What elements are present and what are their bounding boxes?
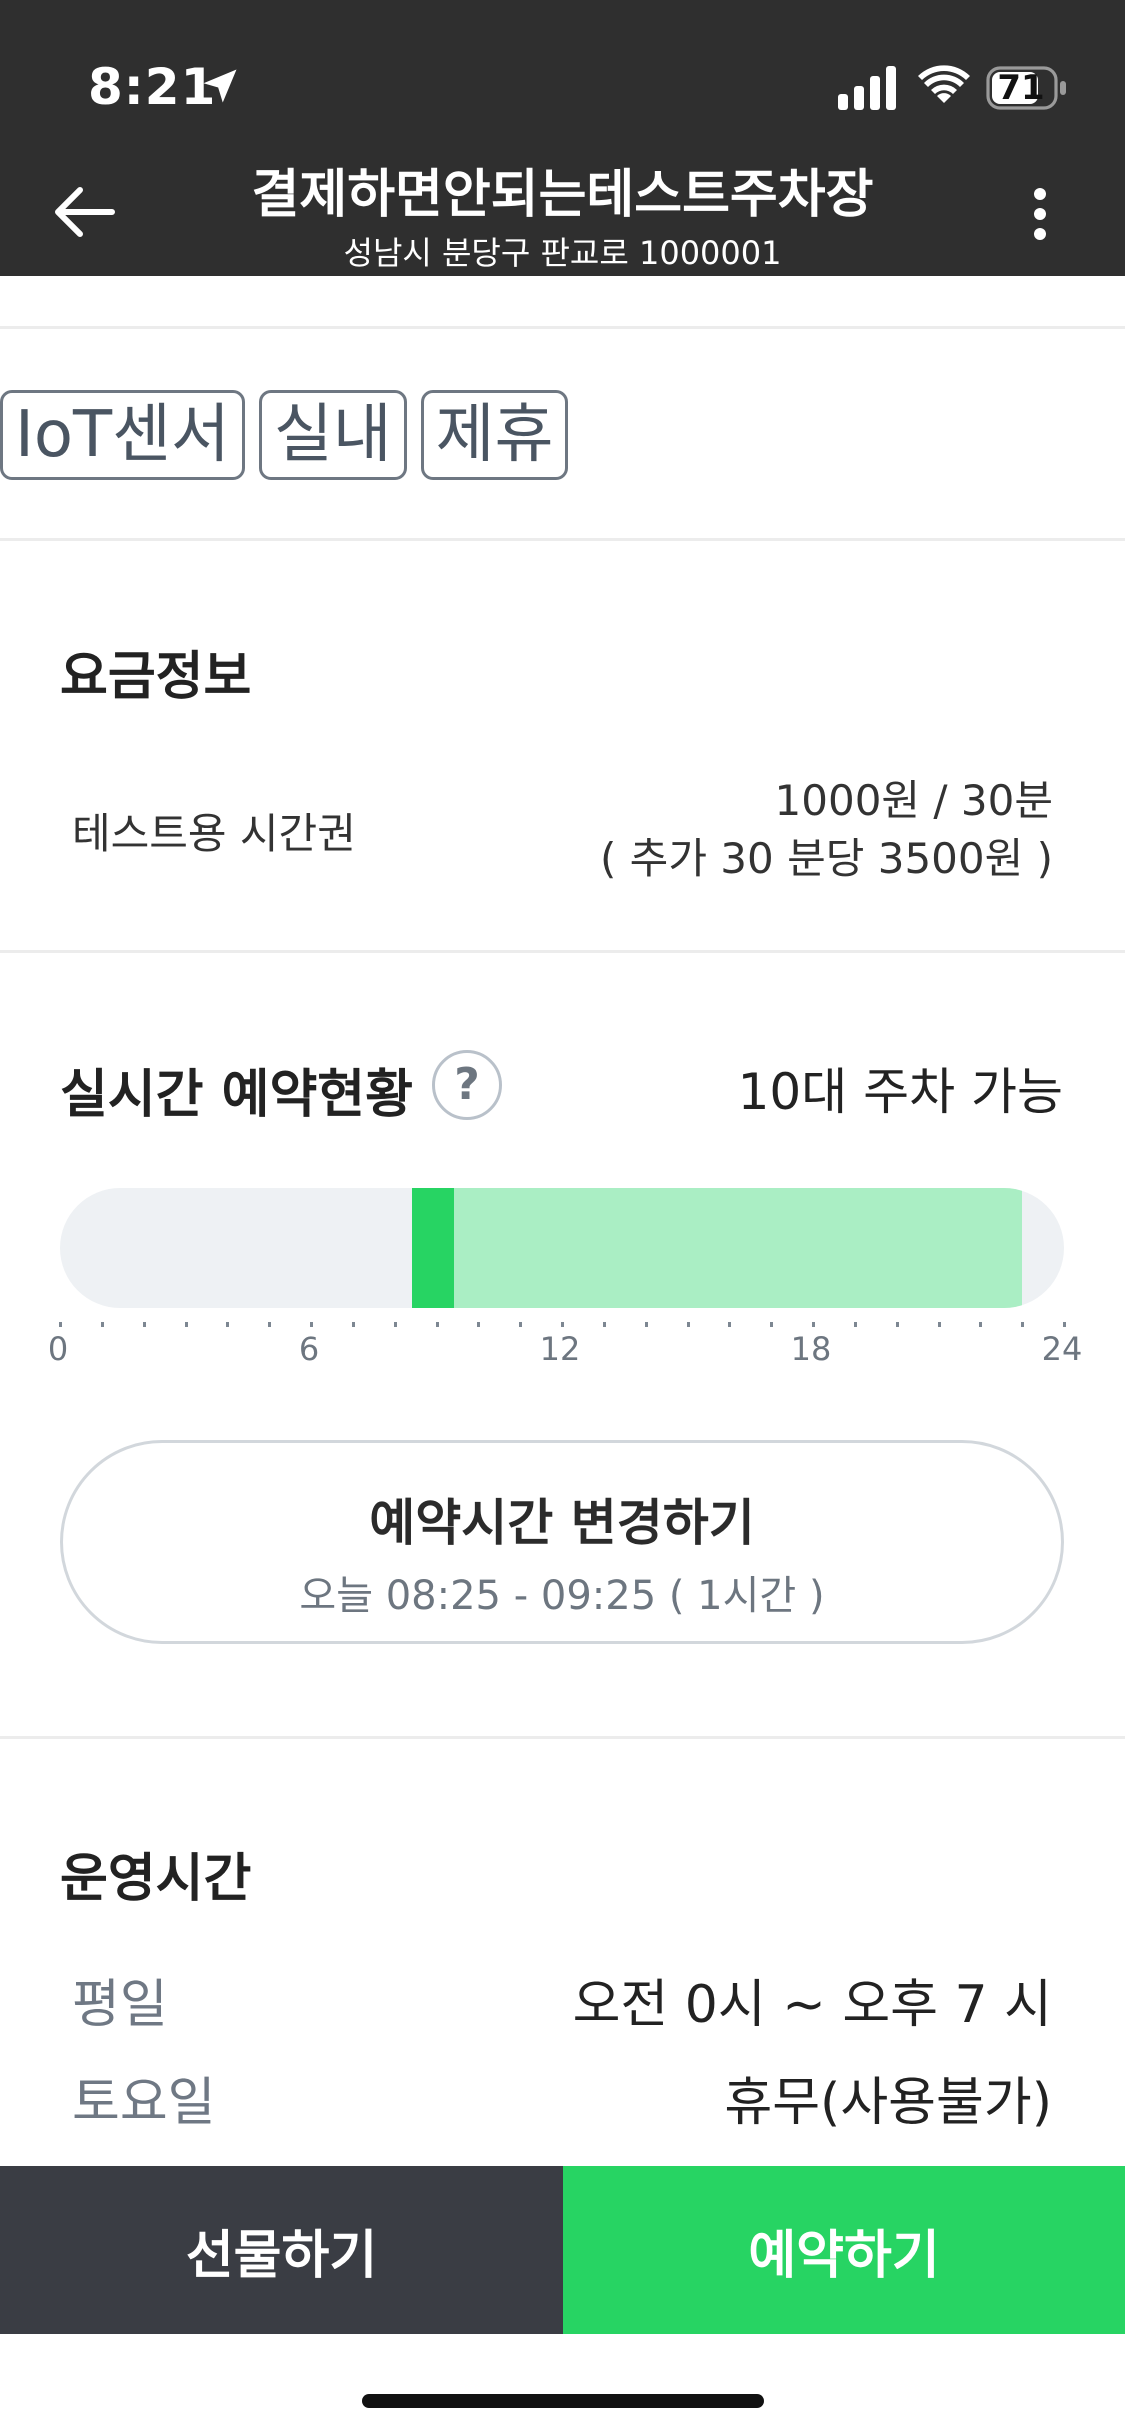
- battery-level: 71: [997, 68, 1045, 108]
- timeline-tick: [100, 1322, 104, 1327]
- timeline-tick: [351, 1322, 355, 1327]
- timeline-available-window: [412, 1188, 1023, 1308]
- timeline-tick: [895, 1322, 899, 1327]
- timeline-tick: [937, 1322, 941, 1327]
- hours-value: 오전 0시 ~ 오후 7 시: [572, 1975, 1052, 2035]
- timeline-tick: [519, 1322, 523, 1327]
- gift-button[interactable]: 선물하기: [0, 2166, 563, 2334]
- timeline-tick: [853, 1322, 857, 1327]
- fee-price: 1000원 / 30분: [774, 776, 1053, 825]
- more-vertical-icon[interactable]: [1020, 184, 1060, 244]
- tag-iot-sensor: IoT센서: [0, 390, 245, 480]
- timeline-tick: [602, 1322, 606, 1327]
- help-icon[interactable]: ?: [432, 1050, 502, 1120]
- tag-indoor: 실내: [258, 390, 407, 480]
- timeline-tick: [142, 1322, 146, 1327]
- cellular-signal-icon: [838, 66, 896, 110]
- timeline-tick: [686, 1322, 690, 1327]
- fee-item-name: 테스트용 시간권: [72, 809, 356, 858]
- divider: [0, 1736, 1125, 1739]
- timeline-tick: [310, 1322, 313, 1327]
- home-indicator: [362, 2394, 764, 2408]
- timeline-tick: [393, 1322, 397, 1327]
- timeline-tick: [561, 1322, 564, 1327]
- wifi-icon: [918, 65, 970, 103]
- header-bar: 8:21 71 결제하면안되는테스트주차장 성남시 분당구 판교로 100000…: [0, 0, 1125, 276]
- timeline-tick-label: 0: [47, 1330, 69, 1368]
- timeline-tick: [1021, 1322, 1025, 1327]
- reserve-button[interactable]: 예약하기: [563, 2166, 1125, 2334]
- bottom-action-bar: 선물하기 예약하기: [0, 2166, 1125, 2334]
- change-reservation-time-button[interactable]: 예약시간 변경하기 오늘 08:25 - 09:25 ( 1시간 ): [60, 1440, 1064, 1644]
- change-time-subtitle: 오늘 08:25 - 09:25 ( 1시간 ): [299, 1573, 825, 1619]
- hours-day: 평일: [72, 1975, 168, 2035]
- hours-section-title: 운영시간: [60, 1849, 252, 1909]
- timeline-tick-label: 6: [298, 1330, 320, 1368]
- location-arrow-icon: [203, 69, 237, 103]
- timeline-tick: [979, 1322, 983, 1327]
- page-title: 결제하면안되는테스트주차장: [251, 165, 874, 225]
- hours-day: 토요일: [72, 2073, 216, 2133]
- timeline-tick: [812, 1322, 815, 1327]
- fee-extra: ( 추가 30 분당 3500원 ): [599, 834, 1053, 883]
- timeline-selected-window: [412, 1188, 454, 1308]
- timeline-tick: [770, 1322, 774, 1327]
- change-time-title: 예약시간 변경하기: [369, 1494, 755, 1552]
- timeline-tick-label: 18: [790, 1330, 832, 1368]
- divider: [0, 950, 1125, 953]
- availability-text: 10대 주차 가능: [737, 1063, 1063, 1121]
- hours-value: 휴무(사용불가): [724, 2073, 1052, 2133]
- divider: [0, 326, 1125, 329]
- realtime-section-title: 실시간 예약현황: [60, 1065, 413, 1125]
- tag-partner: 제휴: [420, 390, 569, 480]
- timeline-tick: [226, 1322, 230, 1327]
- timeline-tick: [644, 1322, 648, 1327]
- timeline-tick-label: 12: [539, 1330, 581, 1368]
- timeline-tick: [184, 1322, 188, 1327]
- reservation-timeline: [60, 1188, 1064, 1308]
- timeline-tick: [268, 1322, 272, 1327]
- timeline-tick: [435, 1322, 439, 1327]
- feature-tags: IoT센서 실내 제휴: [0, 390, 569, 480]
- fee-section-title: 요금정보: [60, 647, 252, 707]
- timeline-tick: [59, 1322, 62, 1327]
- timeline-tick: [728, 1322, 732, 1327]
- timeline-tick: [477, 1322, 481, 1327]
- timeline-tick-label: 24: [1041, 1330, 1083, 1368]
- divider: [0, 538, 1125, 541]
- page-subtitle-address: 성남시 분당구 판교로 1000001: [343, 234, 782, 272]
- fee-price-block: 1000원 / 30분 ( 추가 30 분당 3500원 ): [600, 772, 1053, 888]
- timeline-tick: [1063, 1322, 1066, 1327]
